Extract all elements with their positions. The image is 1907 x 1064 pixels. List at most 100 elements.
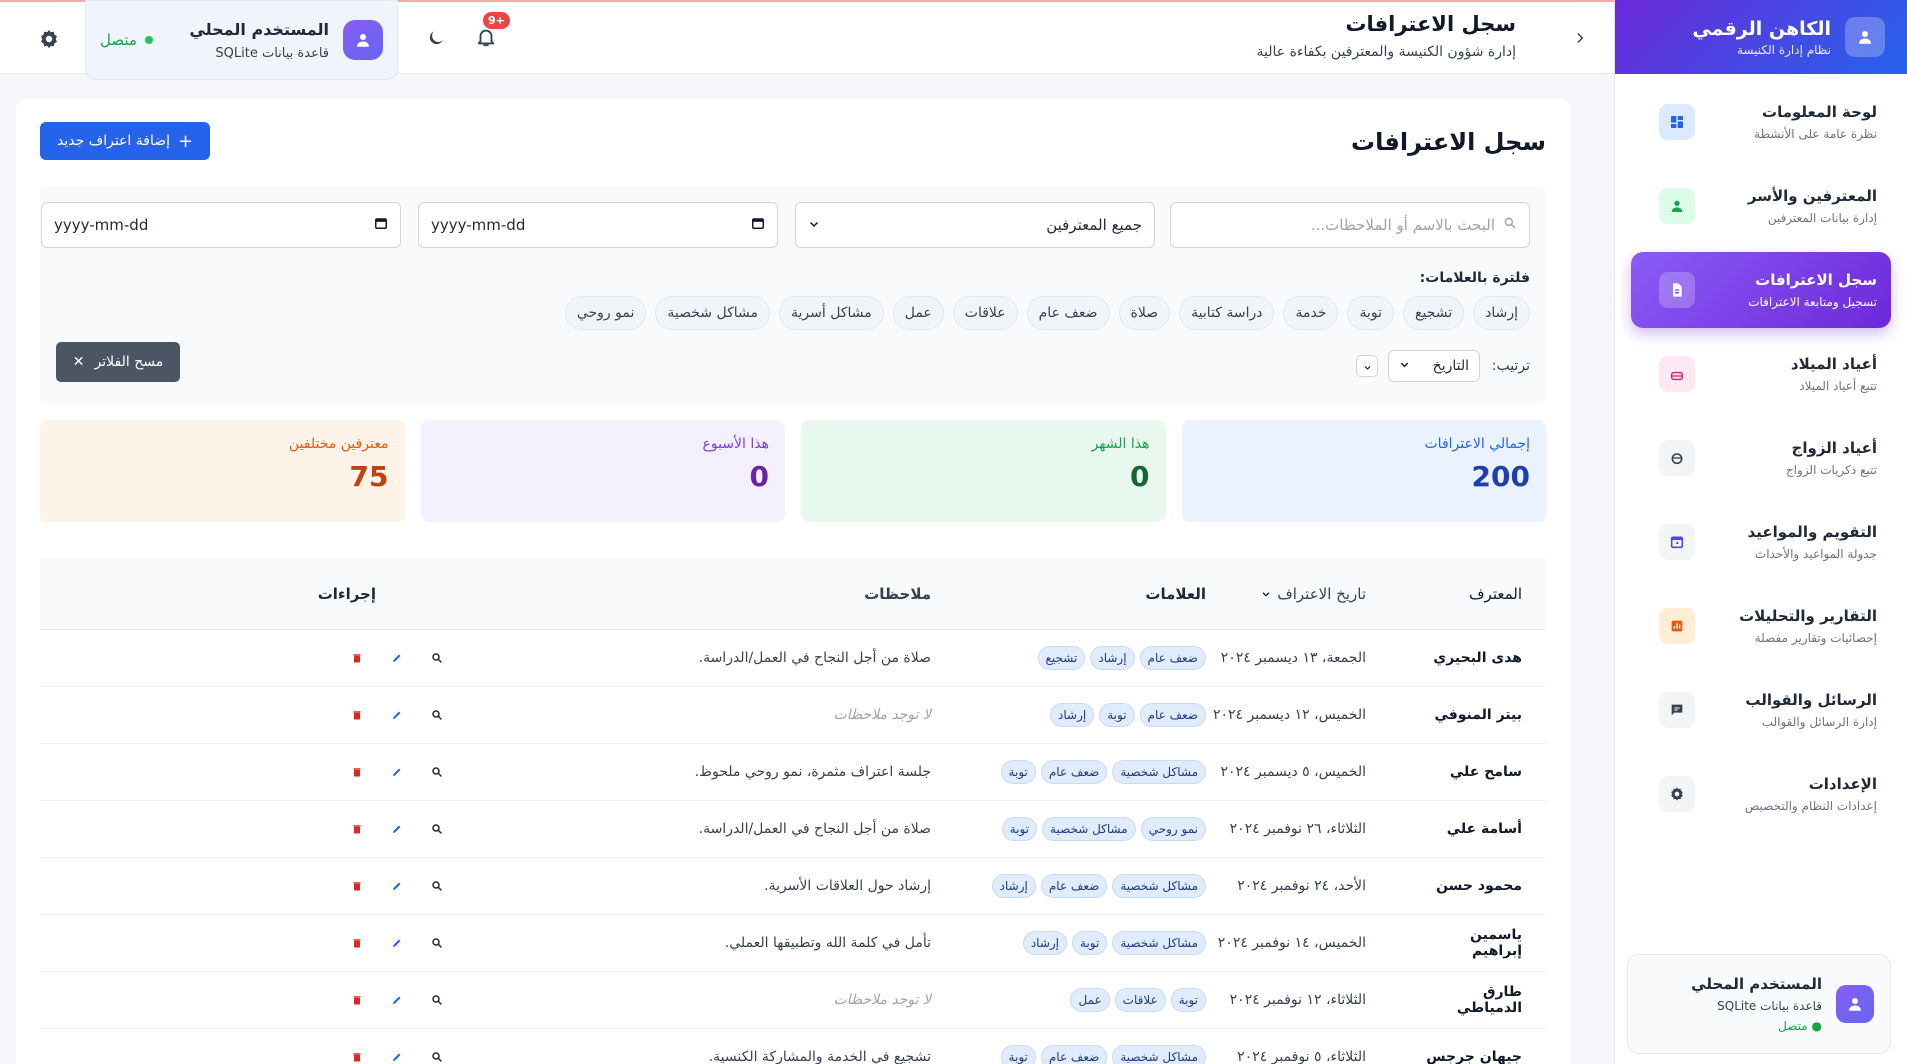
document-icon [1659,272,1695,308]
row-tag: ضعف عام [1040,1045,1108,1064]
trash-icon[interactable] [348,649,366,667]
sidebar-item-2[interactable]: سجل الاعترافات تسجيل ومتابعة الاعترافات [1631,252,1891,328]
header-user-card[interactable]: المستخدم المحلي قاعدة بيانات SQLite متصل [85,0,398,80]
col-person[interactable]: المعترف [1426,585,1546,603]
tag-filter-chip[interactable]: صلاة [1118,296,1171,330]
trash-icon[interactable] [348,763,366,781]
edit-icon[interactable] [388,991,406,1009]
tag-filter-chip[interactable]: توبة [1347,296,1394,330]
search-icon[interactable] [428,934,446,952]
add-confession-button[interactable]: + إضافة اعتراف جديد [40,122,211,160]
date-to-input[interactable]: yyyy-mm-dd [41,202,401,248]
table-row[interactable]: محمود حسن الأحد، ٢٤ نوفمبر ٢٠٢٤ مشاكل شخصي… [40,858,1546,915]
sidebar-item-sub: نظرة عامة على الأنشطة [1754,127,1877,141]
edit-icon[interactable] [388,1048,406,1064]
search-icon[interactable] [428,763,446,781]
trash-icon[interactable] [348,1048,366,1064]
tag-filter-chip[interactable]: علاقات [952,296,1018,330]
tag-filter-chip[interactable]: ضعف عام [1026,296,1110,330]
sort-label: ترتيب: [1491,358,1530,374]
sidebar-item-7[interactable]: الرسائل والقوالب إدارة الرسائل والقوالب [1631,672,1891,748]
tag-filter-chip[interactable]: دراسة كتابية [1179,296,1275,330]
table-header: المعترف تاريخ الاعتراف العلامات ملاحظات … [40,558,1546,630]
sidebar-item-5[interactable]: التقويم والمواعيد جدولة المواعيد والأحداث [1631,504,1891,580]
gear-icon[interactable] [38,28,60,50]
row-date: الخميس، ١٢ ديسمبر ٢٠٢٤ [1212,707,1366,723]
edit-icon[interactable] [388,706,406,724]
chevron-right-icon[interactable] [1570,28,1590,48]
edit-icon[interactable] [388,877,406,895]
stat-card: هذا الشهر 0 [801,420,1166,522]
row-person: أسامة علي [1446,821,1522,837]
edit-icon[interactable] [388,934,406,952]
trash-icon[interactable] [348,706,366,724]
row-tag: توبة [1000,1045,1036,1064]
sidebar-user-card[interactable]: المستخدم المحلي قاعدة بيانات SQLite ● مت… [1627,954,1891,1054]
sidebar-item-6[interactable]: التقارير والتحليلات إحصائيات وتقارير مفصل… [1631,588,1891,664]
search-icon[interactable] [428,649,446,667]
search-input[interactable]: البحث بالاسم أو الملاحظات... [1170,202,1530,248]
edit-icon[interactable] [388,763,406,781]
sort-select-value: التاريخ [1432,358,1469,374]
row-tag: تشجيع [1037,646,1086,670]
tag-filter-chip[interactable]: نمو روحي [564,296,647,330]
stat-label: إجمالي الاعترافات [1424,436,1531,452]
sidebar-item-label: أعياد الزواج [1791,439,1877,457]
edit-icon[interactable] [388,820,406,838]
dashboard-icon [1659,104,1695,140]
col-date[interactable]: تاريخ الاعتراف [1206,585,1426,603]
sidebar-item-3[interactable]: أعياد الميلاد تتبع أعياد الميلاد [1631,336,1891,412]
stat-value: 75 [349,460,389,493]
table-row[interactable]: طارق الدمياطي الثلاثاء، ١٢ نوفمبر ٢٠٢٤ توب… [40,972,1546,1029]
search-icon[interactable] [428,1048,446,1064]
row-tag: إرشاد [991,874,1036,898]
tag-filter-chip[interactable]: تشجيع [1403,296,1465,330]
sidebar-item-label: التقويم والمواعيد [1747,523,1877,541]
avatar [343,20,383,60]
row-notes: إرشاد حول العلاقات الأسرية. [764,878,931,894]
sort-select[interactable]: التاريخ [1388,350,1480,382]
row-tag: مشاكل شخصية [1042,817,1136,841]
bell-icon[interactable]: +9 [473,12,510,50]
sort-direction-toggle[interactable] [1356,355,1378,377]
sidebar-item-sub: تتبع أعياد الميلاد [1799,379,1877,393]
row-date: الثلاثاء، ٢٦ نوفمبر ٢٠٢٤ [1229,821,1366,837]
search-icon[interactable] [428,991,446,1009]
table-row[interactable]: هدى البحيري الجمعة، ١٣ ديسمبر ٢٠٢٤ ضعف عام… [40,630,1546,687]
sidebar-item-sub: تتبع ذكريات الزواج [1785,463,1877,477]
clear-filters-button[interactable]: مسح الفلاتر ✕ [56,342,180,382]
edit-icon[interactable] [388,649,406,667]
trash-icon[interactable] [348,934,366,952]
trash-icon[interactable] [348,991,366,1009]
table-row[interactable]: سامح علي الخميس، ٥ ديسمبر ٢٠٢٤ مشاكل شخصية… [40,744,1546,801]
row-tag: توبة [1000,760,1036,784]
table-row[interactable]: ياسمين إبراهيم الخميس، ١٤ نوفمبر ٢٠٢٤ مشاك… [40,915,1546,972]
search-icon[interactable] [428,877,446,895]
tag-filter-chip[interactable]: مشاكل شخصية [655,296,770,330]
sidebar-item-4[interactable]: أعياد الزواج تتبع ذكريات الزواج [1631,420,1891,496]
row-notes: تأمل في كلمة الله وتطبيقها العملي. [724,935,931,951]
col-actions: إجراءات [317,584,376,603]
sidebar-item-8[interactable]: الإعدادات إعدادات النظام والتخصيص [1631,756,1891,832]
tag-filter-chip[interactable]: إرشاد [1473,296,1530,330]
tag-filter-chip[interactable]: خدمة [1283,296,1339,330]
user-icon [1845,17,1885,57]
table-row[interactable]: أسامة علي الثلاثاء، ٢٦ نوفمبر ٢٠٢٤ نمو روح… [40,801,1546,858]
moon-icon[interactable] [424,28,446,50]
user-icon [1659,188,1695,224]
tag-filter-chip[interactable]: مشاكل أسرية [779,296,884,330]
chart-icon [1659,608,1695,644]
user-status: ● متصل [1778,1019,1822,1033]
table-row[interactable]: بيتر المنوفي الخميس، ١٢ ديسمبر ٢٠٢٤ ضعف عا… [40,687,1546,744]
search-icon[interactable] [428,706,446,724]
tag-filter-chip[interactable]: عمل [892,296,944,330]
row-date: الثلاثاء، ٥ نوفمبر ٢٠٢٤ [1237,1049,1366,1064]
date-from-input[interactable]: yyyy-mm-dd [418,202,778,248]
table-row[interactable]: جيهان جرجس الثلاثاء، ٥ نوفمبر ٢٠٢٤ مشاكل ش… [40,1029,1546,1064]
trash-icon[interactable] [348,820,366,838]
search-icon[interactable] [428,820,446,838]
trash-icon[interactable] [348,877,366,895]
sidebar-item-0[interactable]: لوحة المعلومات نظرة عامة على الأنشطة [1631,84,1891,160]
sidebar-item-1[interactable]: المعترفين والأسر إدارة بيانات المعترفين [1631,168,1891,244]
confessor-select[interactable]: جميع المعترفين [795,202,1155,248]
